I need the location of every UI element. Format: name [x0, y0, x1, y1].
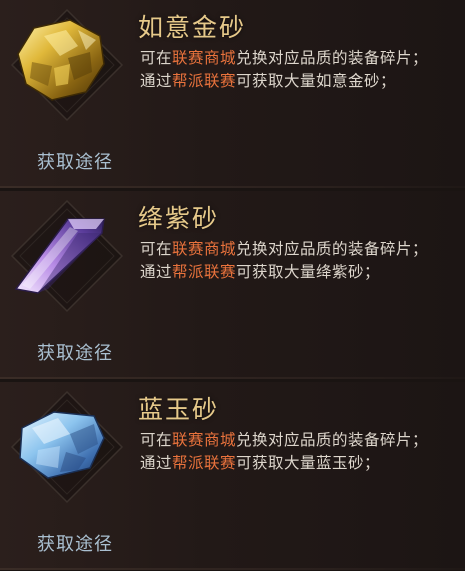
source-link[interactable]: 帮派联赛: [172, 263, 236, 281]
gold-ore-icon: [17, 19, 105, 101]
item-icon-frame: [8, 6, 126, 124]
shop-link[interactable]: 联赛商城: [172, 240, 236, 258]
source-link[interactable]: 帮派联赛: [172, 72, 236, 90]
description-line-1: 可在联赛商城兑换对应品质的装备碎片；: [140, 240, 429, 258]
item-title: 绛紫砂: [138, 204, 220, 233]
description-line-2: 通过帮派联赛可获取大量绛紫砂；: [140, 263, 381, 281]
description-line-1: 可在联赛商城兑换对应品质的装备碎片；: [140, 49, 429, 67]
material-card-purple: 绛紫砂 可在联赛商城兑换对应品质的装备碎片； 通过帮派联赛可获取大量绛紫砂； 获…: [0, 191, 465, 379]
acquire-route-button[interactable]: 获取途径: [22, 148, 128, 174]
blue-jade-icon: [19, 411, 105, 479]
item-icon-frame: [8, 197, 126, 315]
description-line-2: 通过帮派联赛可获取大量如意金砂；: [140, 72, 397, 90]
item-icon-frame: [8, 388, 126, 506]
item-description: 可在联赛商城兑换对应品质的装备碎片； 通过帮派联赛可获取大量绛紫砂；: [140, 238, 458, 284]
item-title: 蓝玉砂: [138, 395, 220, 424]
shop-link[interactable]: 联赛商城: [172, 49, 236, 67]
item-description: 可在联赛商城兑换对应品质的装备碎片； 通过帮派联赛可获取大量如意金砂；: [140, 47, 458, 93]
acquire-route-button[interactable]: 获取途径: [22, 339, 128, 365]
material-card-blue: 蓝玉砂 可在联赛商城兑换对应品质的装备碎片； 通过帮派联赛可获取大量蓝玉砂； 获…: [0, 382, 465, 570]
item-title: 如意金砂: [138, 13, 247, 42]
purple-crystal-icon: [14, 218, 105, 294]
description-line-2: 通过帮派联赛可获取大量蓝玉砂；: [140, 454, 381, 472]
description-line-1: 可在联赛商城兑换对应品质的装备碎片；: [140, 431, 429, 449]
acquire-route-button[interactable]: 获取途径: [22, 530, 128, 556]
item-description: 可在联赛商城兑换对应品质的装备碎片； 通过帮派联赛可获取大量蓝玉砂；: [140, 429, 458, 475]
material-card-gold: 如意金砂 可在联赛商城兑换对应品质的装备碎片； 通过帮派联赛可获取大量如意金砂；…: [0, 0, 465, 188]
shop-link[interactable]: 联赛商城: [172, 431, 236, 449]
source-link[interactable]: 帮派联赛: [172, 454, 236, 472]
